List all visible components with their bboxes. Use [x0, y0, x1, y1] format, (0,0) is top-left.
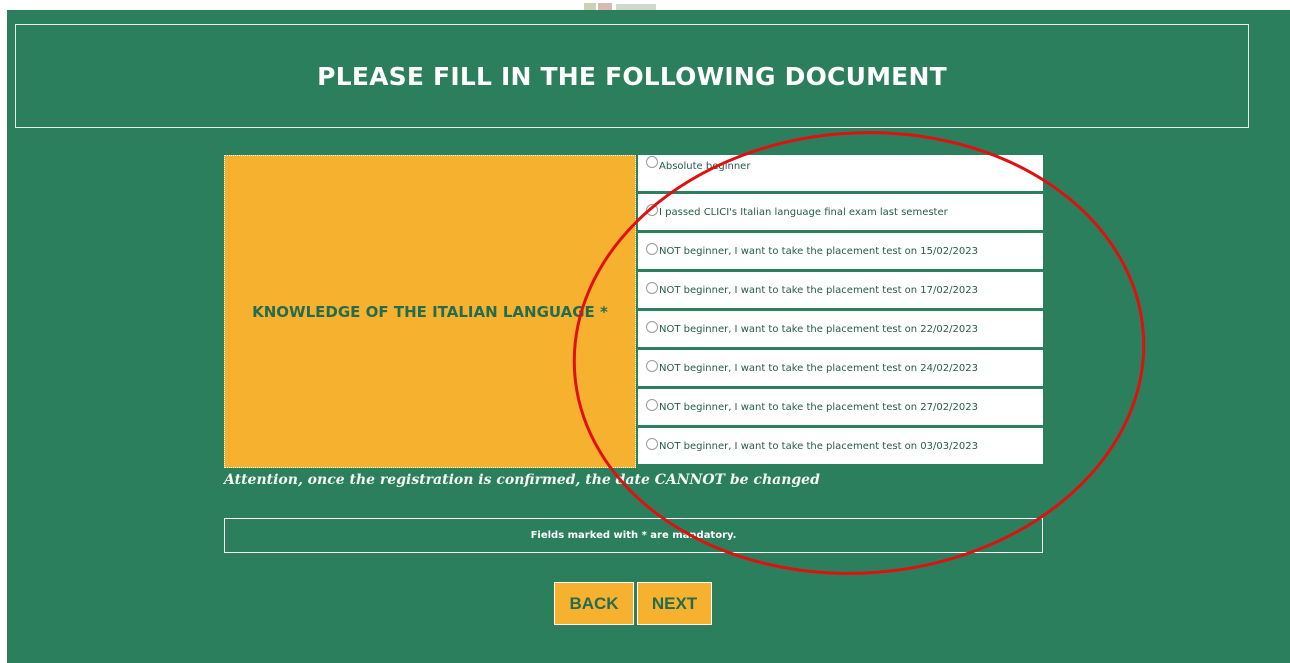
option-placement-test-22-02[interactable]: NOT beginner, I want to take the placeme… — [638, 311, 1043, 347]
option-label: NOT beginner, I want to take the placeme… — [659, 362, 978, 374]
back-button[interactable]: BACK — [554, 582, 634, 625]
option-label: NOT beginner, I want to take the placeme… — [659, 401, 978, 413]
radio-button[interactable] — [646, 437, 658, 450]
language-level-options: Absolute beginner I passed CLICI's Itali… — [638, 155, 1043, 468]
logo-fragment — [584, 3, 596, 10]
option-placement-test-15-02[interactable]: NOT beginner, I want to take the placeme… — [638, 233, 1043, 269]
radio-button[interactable] — [646, 398, 658, 411]
option-label: NOT beginner, I want to take the placeme… — [659, 245, 978, 257]
logo-fragment — [598, 3, 612, 10]
mandatory-note: Fields marked with * are mandatory. — [530, 530, 737, 541]
top-logo — [580, 0, 680, 10]
radio-button[interactable] — [646, 242, 658, 255]
option-placement-test-03-03[interactable]: NOT beginner, I want to take the placeme… — [638, 428, 1043, 464]
page-title: PLEASE FILL IN THE FOLLOWING DOCUMENT — [317, 61, 947, 91]
option-label: NOT beginner, I want to take the placeme… — [659, 284, 978, 296]
knowledge-label: KNOWLEDGE OF THE ITALIAN LANGUAGE * — [252, 302, 608, 321]
radio-button[interactable] — [646, 203, 658, 216]
form-page: PLEASE FILL IN THE FOLLOWING DOCUMENT KN… — [7, 10, 1290, 663]
option-passed-final-exam[interactable]: I passed CLICI's Italian language final … — [638, 194, 1043, 230]
knowledge-label-cell: KNOWLEDGE OF THE ITALIAN LANGUAGE * — [224, 155, 636, 468]
radio-button[interactable] — [646, 359, 658, 372]
attention-note: Attention, once the registration is conf… — [224, 472, 820, 488]
option-placement-test-24-02[interactable]: NOT beginner, I want to take the placeme… — [638, 350, 1043, 386]
radio-button[interactable] — [646, 320, 658, 333]
option-label: NOT beginner, I want to take the placeme… — [659, 323, 978, 335]
option-absolute-beginner[interactable]: Absolute beginner — [638, 155, 1043, 191]
radio-button[interactable] — [646, 281, 658, 294]
radio-button[interactable] — [646, 156, 658, 168]
option-label: NOT beginner, I want to take the placeme… — [659, 440, 978, 452]
mandatory-note-box: Fields marked with * are mandatory. — [224, 518, 1043, 553]
option-label: I passed CLICI's Italian language final … — [659, 206, 948, 218]
option-label: Absolute beginner — [659, 161, 751, 172]
option-placement-test-27-02[interactable]: NOT beginner, I want to take the placeme… — [638, 389, 1043, 425]
title-box: PLEASE FILL IN THE FOLLOWING DOCUMENT — [15, 24, 1249, 128]
next-button[interactable]: NEXT — [637, 582, 712, 625]
option-placement-test-17-02[interactable]: NOT beginner, I want to take the placeme… — [638, 272, 1043, 308]
